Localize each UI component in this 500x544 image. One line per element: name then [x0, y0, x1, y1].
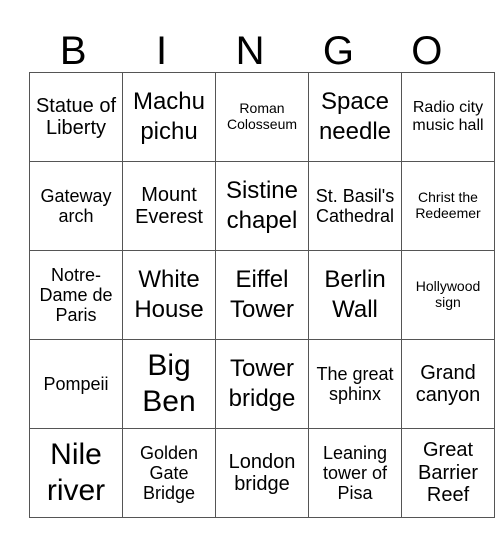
- grid-row: Pompeii Big Ben Tower bridge The great s…: [29, 339, 495, 429]
- bingo-header: B I N G O: [29, 30, 471, 72]
- bingo-cell[interactable]: Gateway arch: [29, 161, 123, 251]
- header-letter-g: G: [322, 29, 354, 73]
- bingo-cell[interactable]: Pompeii: [29, 339, 123, 429]
- bingo-cell[interactable]: The great sphinx: [308, 339, 402, 429]
- grid-row: Gateway arch Mount Everest Sistine chape…: [29, 161, 495, 251]
- bingo-cell[interactable]: Machu pichu: [122, 72, 216, 162]
- header-letter-o: O: [411, 29, 443, 73]
- bingo-cell[interactable]: Tower bridge: [215, 339, 309, 429]
- bingo-cell[interactable]: Leaning tower of Pisa: [308, 428, 402, 518]
- bingo-cell[interactable]: Nile river: [29, 428, 123, 518]
- bingo-cell[interactable]: Big Ben: [122, 339, 216, 429]
- bingo-cell[interactable]: London bridge: [215, 428, 309, 518]
- grid-row: Nile river Golden Gate Bridge London bri…: [29, 428, 495, 518]
- bingo-grid: Statue of Liberty Machu pichu Roman Colo…: [29, 72, 495, 518]
- bingo-cell[interactable]: Sistine chapel: [215, 161, 309, 251]
- header-letter-i: I: [156, 29, 168, 73]
- bingo-cell[interactable]: White House: [122, 250, 216, 340]
- bingo-cell[interactable]: Golden Gate Bridge: [122, 428, 216, 518]
- bingo-cell[interactable]: Christ the Redeemer: [401, 161, 495, 251]
- bingo-cell[interactable]: Space needle: [308, 72, 402, 162]
- bingo-cell[interactable]: Great Barrier Reef: [401, 428, 495, 518]
- bingo-cell[interactable]: Berlin Wall: [308, 250, 402, 340]
- bingo-cell[interactable]: St. Basil's Cathedral: [308, 161, 402, 251]
- header-letter-b: B: [59, 29, 87, 73]
- bingo-cell[interactable]: Mount Everest: [122, 161, 216, 251]
- bingo-cell[interactable]: Roman Colosseum: [215, 72, 309, 162]
- header-letter-n: N: [235, 29, 265, 73]
- bingo-cell[interactable]: Notre-Dame de Paris: [29, 250, 123, 340]
- bingo-cell[interactable]: Eiffel Tower: [215, 250, 309, 340]
- grid-row: Statue of Liberty Machu pichu Roman Colo…: [29, 72, 495, 162]
- bingo-cell[interactable]: Radio city music hall: [401, 72, 495, 162]
- bingo-cell[interactable]: Statue of Liberty: [29, 72, 123, 162]
- bingo-cell[interactable]: Hollywood sign: [401, 250, 495, 340]
- bingo-cell[interactable]: Grand canyon: [401, 339, 495, 429]
- grid-row: Notre-Dame de Paris White House Eiffel T…: [29, 250, 495, 340]
